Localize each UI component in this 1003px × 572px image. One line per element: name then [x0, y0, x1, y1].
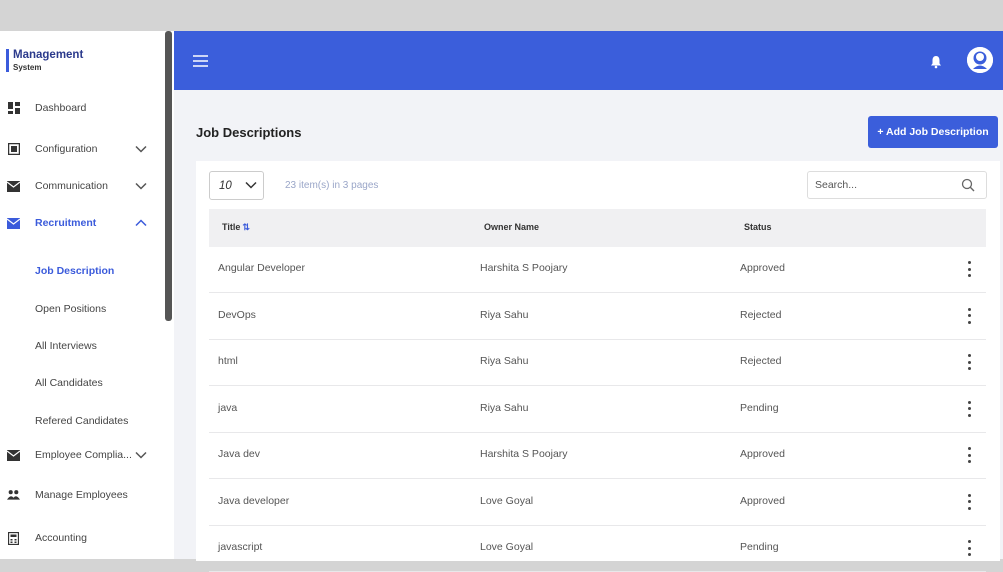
cell-title: java: [218, 401, 238, 414]
mail-icon: [7, 180, 20, 193]
browser-top-bar: [0, 0, 1003, 31]
sidebar-item-label: Dashboard: [35, 102, 87, 114]
bell-icon[interactable]: [930, 55, 942, 69]
sidebar-item-label: Manage Employees: [35, 489, 128, 501]
top-header: [174, 31, 1003, 90]
cell-status: Pending: [740, 401, 779, 414]
sidebar-item-label: Employee Complia...: [35, 449, 132, 461]
column-header-title[interactable]: Title ⇅: [222, 222, 250, 233]
table-row[interactable]: javascript Love Goyal Pending: [209, 526, 986, 572]
cell-title: javascript: [218, 541, 263, 553]
cell-title: Java dev: [218, 448, 261, 460]
sub-item-all-candidates[interactable]: All Candidates: [35, 377, 103, 389]
page-size-select[interactable]: 10: [209, 171, 264, 200]
table-row[interactable]: DevOps Riya Sahu Rejected: [209, 294, 986, 340]
column-title-label: Title: [222, 222, 241, 232]
main-content: Job Descriptions + Add Job Description 1…: [174, 90, 1003, 572]
table-header: Title ⇅ Owner Name Status: [209, 209, 986, 247]
user-avatar-icon[interactable]: [967, 47, 993, 73]
table-row[interactable]: java Riya Sahu Pending: [209, 387, 986, 433]
chevron-down-icon[interactable]: [134, 142, 148, 156]
sidebar-item-manage-employees[interactable]: Manage Employees: [0, 484, 160, 506]
sidebar-item-label: Accounting: [35, 532, 87, 544]
column-header-status[interactable]: Status: [744, 222, 772, 232]
cell-status: Rejected: [740, 355, 782, 367]
cell-status: Approved: [740, 262, 785, 274]
more-options-icon[interactable]: [964, 399, 974, 419]
more-options-icon[interactable]: [964, 492, 974, 512]
cell-title: Angular Developer: [218, 262, 305, 274]
item-count: 23 item(s) in 3 pages: [285, 180, 379, 191]
sidebar-item-communication[interactable]: Communication: [0, 175, 160, 197]
sidebar-scrollbar[interactable]: [165, 31, 172, 321]
brand-subtitle: System: [13, 63, 42, 72]
mail-icon: [7, 217, 20, 230]
more-options-icon[interactable]: [964, 538, 974, 558]
search-icon[interactable]: [960, 177, 976, 193]
cell-status: Approved: [740, 494, 785, 507]
table-row[interactable]: Java dev Harshita S Poojary Approved: [209, 433, 986, 479]
table-row[interactable]: html Riya Sahu Rejected: [209, 340, 986, 386]
job-descriptions-card: 10 23 item(s) in 3 pages Title⇅ Owner Na…: [196, 161, 1000, 572]
sub-item-all-interviews[interactable]: All Interviews: [35, 340, 97, 352]
cell-owner: Harshita S Poojary: [480, 262, 568, 274]
sidebar-item-label: Recruitment: [35, 217, 97, 229]
page-title: Job Descriptions: [196, 125, 302, 140]
cell-title: DevOps: [218, 308, 256, 321]
table-row[interactable]: Angular Developer Harshita S Poojary Appro…: [209, 247, 986, 293]
cell-owner: Love Goyal: [480, 541, 534, 553]
more-options-icon[interactable]: [964, 445, 974, 465]
config-icon: [7, 143, 20, 156]
brand: Management System: [6, 49, 83, 72]
cell-status: Approved: [740, 448, 785, 460]
people-icon: [7, 489, 20, 502]
mail-icon: [7, 449, 20, 462]
cell-status: Pending: [740, 541, 779, 553]
cell-status: Rejected: [740, 308, 782, 321]
brand-title: Management: [13, 49, 84, 61]
sidebar-item-accounting[interactable]: Accounting: [0, 527, 160, 549]
sidebar-item-label: Configuration: [35, 143, 98, 155]
sidebar-item-employee-compliance[interactable]: Employee Complia...: [0, 444, 160, 466]
chevron-down-icon[interactable]: [134, 179, 148, 193]
cell-title: Java developer: [218, 494, 290, 507]
chevron-up-icon[interactable]: [134, 216, 148, 230]
dashboard-icon: [7, 102, 20, 115]
cell-owner: Harshita S Poojary: [480, 448, 568, 460]
sidebar: Management System Dashboard Configuratio…: [0, 31, 174, 559]
sidebar-item-configuration[interactable]: Configuration: [0, 138, 160, 160]
more-options-icon[interactable]: [964, 306, 974, 326]
column-header-owner[interactable]: Owner Name: [484, 222, 539, 232]
cell-owner: Riya Sahu: [480, 308, 529, 321]
chevron-down-icon[interactable]: [134, 448, 148, 462]
sort-icon[interactable]: ⇅: [242, 222, 250, 232]
search-input[interactable]: [815, 179, 960, 191]
cell-owner: Love Goyal: [480, 494, 534, 507]
more-options-icon[interactable]: [964, 259, 974, 279]
search-box: [807, 171, 987, 199]
page-size-value: 10: [219, 179, 232, 192]
add-job-description-button[interactable]: + Add Job Description: [868, 116, 998, 148]
hamburger-icon[interactable]: [193, 55, 208, 67]
sidebar-item-label: Communication: [35, 180, 108, 192]
sidebar-item-recruitment[interactable]: Recruitment: [0, 212, 160, 234]
sidebar-item-dashboard[interactable]: Dashboard: [0, 97, 160, 119]
cell-title: html: [218, 355, 238, 367]
sub-item-refered-candidates[interactable]: Refered Candidates: [35, 415, 128, 427]
cell-owner: Riya Sahu: [480, 401, 529, 414]
sub-item-open-positions[interactable]: Open Positions: [35, 303, 106, 315]
cell-owner: Riya Sahu: [480, 355, 529, 367]
table-row[interactable]: Java developer Love Goyal Approved: [209, 480, 986, 526]
calculator-icon: [7, 531, 20, 545]
sub-item-job-description[interactable]: Job Description: [35, 265, 114, 277]
chevron-down-icon: [245, 180, 263, 192]
more-options-icon[interactable]: [964, 352, 974, 372]
